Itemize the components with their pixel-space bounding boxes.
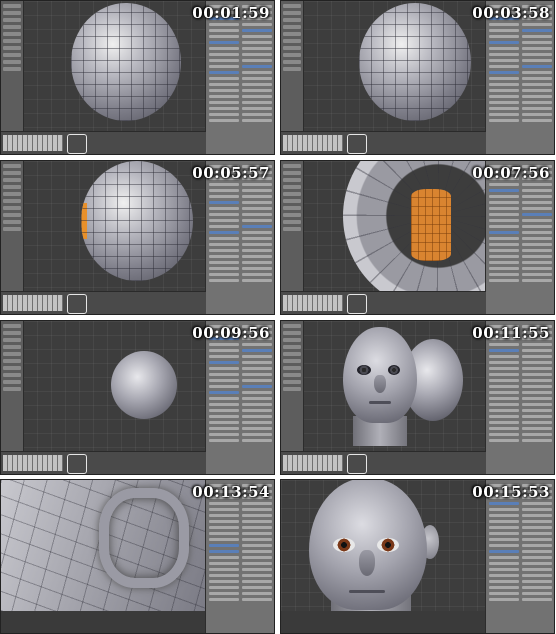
mouth [369, 401, 391, 404]
properties-panel[interactable] [205, 321, 274, 474]
3d-viewport[interactable] [281, 480, 486, 611]
frame-4: 00:07:56 [280, 160, 555, 315]
sphere-mesh[interactable] [71, 3, 181, 121]
mouse-overlay-icon [67, 294, 87, 314]
3d-viewport[interactable] [1, 480, 206, 611]
timeline-bar[interactable] [281, 451, 486, 474]
selected-edge-loop[interactable] [81, 203, 87, 239]
timecode: 00:05:57 [192, 164, 270, 182]
frame-6: 00:11:55 [280, 320, 555, 475]
left-eye [357, 365, 371, 375]
frame-7: 00:13:54 [0, 479, 275, 634]
3d-viewport[interactable] [303, 161, 486, 292]
timeline-bar[interactable] [281, 131, 486, 154]
timeline-bar[interactable] [281, 291, 486, 314]
timecode: 00:11:55 [472, 324, 550, 342]
timecode: 00:03:58 [472, 4, 550, 22]
keyboard-overlay [3, 455, 63, 471]
timecode: 00:13:54 [192, 483, 270, 501]
screenshot-grid: 00:01:59 00:03:58 00:05:57 00:07:56 00:0… [0, 0, 556, 634]
properties-panel[interactable] [205, 480, 274, 633]
timecode: 00:15:53 [472, 483, 550, 501]
timeline-bar[interactable] [1, 291, 206, 314]
mouse-overlay-icon [347, 134, 367, 154]
timecode: 00:01:59 [192, 4, 270, 22]
keyboard-overlay [283, 135, 343, 151]
properties-panel[interactable] [485, 161, 554, 314]
ear-ring-mesh[interactable] [99, 488, 189, 588]
properties-panel[interactable] [205, 161, 274, 314]
mouse-overlay-icon [67, 134, 87, 154]
frame-2: 00:03:58 [280, 0, 555, 155]
3d-viewport[interactable] [303, 1, 486, 132]
smooth-sphere[interactable] [111, 351, 177, 419]
keyboard-overlay [3, 135, 63, 151]
mouth [349, 590, 385, 593]
3d-viewport[interactable] [303, 321, 486, 452]
selected-faces[interactable] [411, 189, 451, 261]
properties-panel[interactable] [205, 1, 274, 154]
keyboard-overlay [3, 295, 63, 311]
right-eye [377, 538, 399, 552]
timecode: 00:07:56 [472, 164, 550, 182]
properties-panel[interactable] [485, 1, 554, 154]
mouse-overlay-icon [67, 454, 87, 474]
right-eye [388, 365, 400, 375]
timecode: 00:09:56 [192, 324, 270, 342]
frame-8: 00:15:53 [280, 479, 555, 634]
mouse-overlay-icon [347, 294, 367, 314]
nose [374, 375, 386, 393]
nose [359, 550, 375, 576]
sphere-mesh[interactable] [359, 3, 471, 121]
3d-viewport[interactable] [23, 1, 206, 132]
timeline-bar[interactable] [1, 131, 206, 154]
3d-viewport[interactable] [23, 161, 206, 292]
frame-1: 00:01:59 [0, 0, 275, 155]
keyboard-overlay [283, 455, 343, 471]
left-eye [333, 538, 355, 552]
frame-3: 00:05:57 [0, 160, 275, 315]
mouse-overlay-icon [347, 454, 367, 474]
keyboard-overlay [283, 295, 343, 311]
frame-5: 00:09:56 [0, 320, 275, 475]
timeline-bar[interactable] [1, 451, 206, 474]
properties-panel[interactable] [485, 480, 554, 633]
properties-panel[interactable] [485, 321, 554, 474]
sphere-mesh[interactable] [81, 161, 193, 281]
3d-viewport[interactable] [23, 321, 206, 452]
